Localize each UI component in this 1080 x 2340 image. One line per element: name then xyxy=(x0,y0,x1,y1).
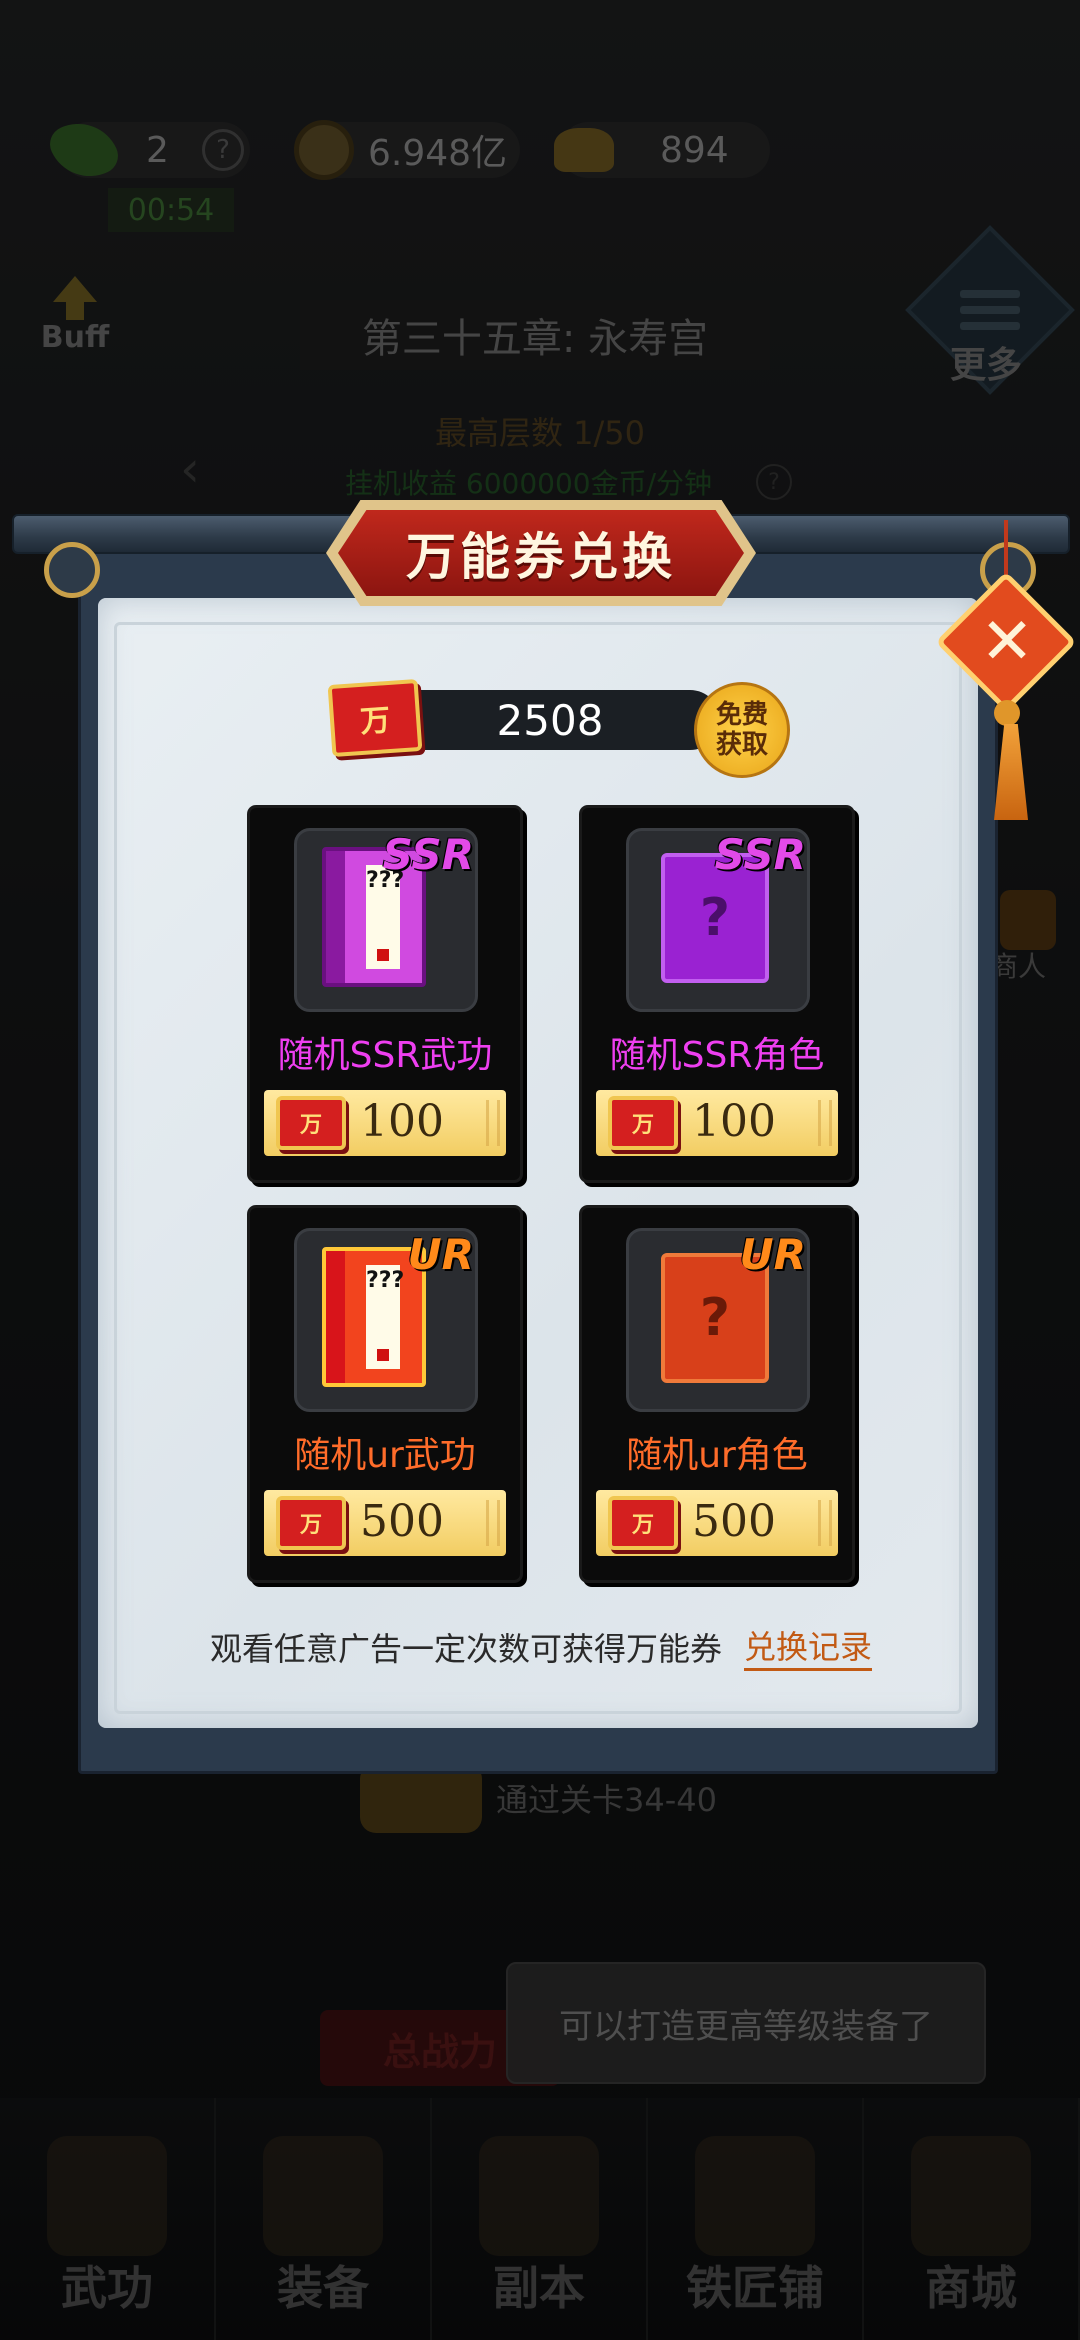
tassel-knot xyxy=(994,700,1020,726)
toast-message: 可以打造更高等级装备了 xyxy=(506,1962,986,2084)
exchange-item-ur-martial[interactable]: ??? UR 随机ur武功 万 500 xyxy=(250,1208,520,1580)
universal-ticket-icon: 万 xyxy=(608,1496,678,1550)
chapter-title: 第三十五章: 永寿宫 xyxy=(300,300,770,370)
hammer-icon xyxy=(695,2136,815,2256)
tab-label: 铁匠铺 xyxy=(686,2261,824,2315)
pass-reward-text: 通过关卡34-40 xyxy=(496,1781,717,1819)
universal-ticket-icon: 万 xyxy=(327,678,423,758)
up-arrow-stem xyxy=(66,302,84,320)
exchange-item-ssr-martial[interactable]: ??? SSR 随机SSR武功 万 100 xyxy=(250,808,520,1180)
merchant-label: 商人 xyxy=(990,950,1047,983)
rarity-tag: UR xyxy=(739,1230,806,1279)
universal-ticket-icon: 万 xyxy=(276,1496,346,1550)
idle-help-icon[interactable]: ? xyxy=(756,464,792,500)
item-name: 随机ur角色 xyxy=(626,1435,808,1476)
ticket-balance-value: 2508 xyxy=(496,695,604,745)
armor-icon xyxy=(263,2136,383,2256)
free-get-button[interactable]: 免费 获取 xyxy=(694,682,790,778)
universal-ticket-icon: 万 xyxy=(276,1096,346,1150)
exchange-record-link[interactable]: 兑换记录 xyxy=(744,1622,873,1671)
price-button[interactable]: 万 100 xyxy=(264,1090,506,1156)
up-arrow-icon xyxy=(53,276,97,302)
buff-button[interactable]: Buff xyxy=(20,268,130,372)
tab-dungeon[interactable]: 副本 xyxy=(432,2098,648,2340)
max-floor-text: 最高层数 1/50 xyxy=(434,414,646,452)
price-notch xyxy=(818,1500,832,1546)
tab-label: 商城 xyxy=(925,2261,1017,2315)
tab-blacksmith[interactable]: 铁匠铺 xyxy=(648,2098,864,2340)
free-get-line1: 免费 xyxy=(715,700,768,730)
shop-chest-icon xyxy=(911,2136,1031,2256)
modal-title: 万能券兑换 xyxy=(406,528,676,586)
coin-value: 6.948亿 xyxy=(368,133,508,174)
menu-icon xyxy=(960,290,1020,338)
tab-label: 副本 xyxy=(493,2261,585,2315)
crossed-swords-icon xyxy=(479,2136,599,2256)
ad-reward-note: 观看任意广告一定次数可获得万能券 xyxy=(210,1630,723,1668)
universal-ticket-icon: 万 xyxy=(608,1096,678,1150)
exchange-item-ssr-role[interactable]: ? SSR 随机SSR角色 万 100 xyxy=(582,808,852,1180)
item-name: 随机SSR武功 xyxy=(277,1035,493,1076)
tab-martial-arts[interactable]: 武功 xyxy=(0,2098,216,2340)
price-value: 100 xyxy=(360,1096,444,1147)
copper-coin-icon xyxy=(294,120,354,180)
item-name: 随机SSR角色 xyxy=(609,1035,825,1076)
scroll-icon xyxy=(47,2136,167,2256)
modal-title-plaque: 万能券兑换 xyxy=(326,500,756,606)
tab-label: 武功 xyxy=(61,2261,153,2315)
rarity-tag: SSR xyxy=(714,830,806,879)
merchant-icon[interactable] xyxy=(1000,890,1056,950)
tab-equipment[interactable]: 装备 xyxy=(216,2098,432,2340)
more-label: 更多 xyxy=(950,345,1023,386)
energy-timer: 00:54 xyxy=(108,188,234,232)
buff-label: Buff xyxy=(40,320,110,355)
price-value: 100 xyxy=(692,1096,776,1147)
ingot-counter[interactable]: 894 xyxy=(554,122,770,178)
price-notch xyxy=(818,1100,832,1146)
price-button[interactable]: 万 500 xyxy=(596,1490,838,1556)
item-name: 随机ur武功 xyxy=(294,1435,476,1476)
plaque-fill: 万能券兑换 xyxy=(338,510,744,596)
price-value: 500 xyxy=(692,1496,776,1547)
gold-ingot-icon xyxy=(554,128,614,172)
seal-icon xyxy=(377,1349,389,1361)
rod-ornament-left xyxy=(44,542,100,598)
energy-help-icon[interactable]: ? xyxy=(202,129,244,171)
price-value: 500 xyxy=(360,1496,444,1547)
energy-counter[interactable]: 2 ? xyxy=(44,110,250,190)
price-button[interactable]: 万 500 xyxy=(264,1490,506,1556)
exchange-item-ur-role[interactable]: ? UR 随机ur角色 万 500 xyxy=(582,1208,852,1580)
ticket-balance: 2508 xyxy=(380,690,720,750)
price-notch xyxy=(486,1500,500,1546)
idle-income-text: 挂机收益 6000000金币/分钟 xyxy=(345,467,713,500)
coin-counter[interactable]: 6.948亿 xyxy=(294,120,520,180)
rarity-tag: SSR xyxy=(382,830,474,879)
energy-value: 2 xyxy=(146,129,169,171)
seal-icon xyxy=(377,949,389,961)
free-get-line2: 获取 xyxy=(715,730,768,760)
bottom-tab-bar: 武功 装备 副本 铁匠铺 商城 xyxy=(0,2098,1080,2340)
tab-label: 装备 xyxy=(277,2261,369,2315)
price-button[interactable]: 万 100 xyxy=(596,1090,838,1156)
tab-shop[interactable]: 商城 xyxy=(864,2098,1080,2340)
ingot-value: 894 xyxy=(660,129,729,171)
rarity-tag: UR xyxy=(407,1230,474,1279)
price-notch xyxy=(486,1100,500,1146)
